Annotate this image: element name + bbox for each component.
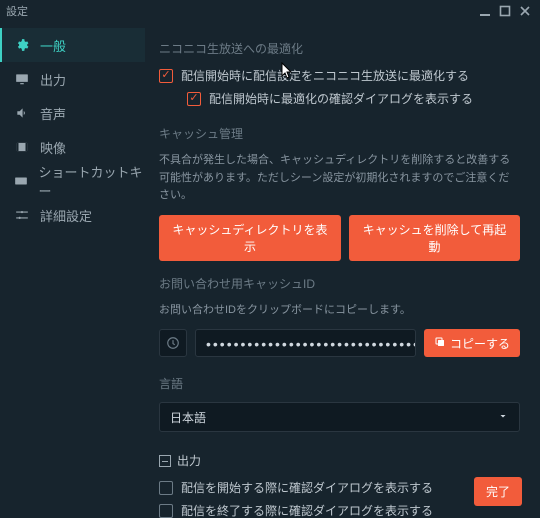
- volume-icon: [14, 106, 30, 120]
- sidebar-item-advanced[interactable]: 詳細設定: [0, 198, 145, 232]
- sidebar: 一般 出力 音声 映像 ショートカットキー: [0, 22, 145, 518]
- checkbox-checked-icon[interactable]: [187, 92, 201, 106]
- clear-cache-button[interactable]: キャッシュを削除して再起動: [349, 215, 520, 261]
- sidebar-item-label: ショートカットキー: [39, 162, 145, 200]
- done-button[interactable]: 完了: [474, 477, 522, 506]
- checkbox-label: 配信開始時に配信設定をニコニコ生放送に最適化する: [181, 67, 469, 84]
- close-button[interactable]: [516, 2, 534, 20]
- collapse-icon[interactable]: [159, 455, 171, 467]
- gear-icon: [14, 38, 30, 52]
- language-select[interactable]: 日本語: [159, 402, 520, 432]
- sidebar-item-label: 詳細設定: [40, 206, 92, 225]
- output-heading[interactable]: 出力: [159, 452, 520, 469]
- sidebar-item-label: 出力: [40, 70, 66, 89]
- checkbox-row-start-confirm[interactable]: 配信を開始する際に確認ダイアログを表示する: [159, 479, 520, 496]
- window-title: 設定: [6, 3, 28, 19]
- section-title-lang: 言語: [159, 375, 520, 392]
- sidebar-item-output[interactable]: 出力: [0, 62, 145, 96]
- copy-icon: [434, 336, 446, 351]
- checkbox-checked-icon[interactable]: [159, 69, 173, 83]
- output-heading-label: 出力: [177, 452, 201, 469]
- section-title-cache: キャッシュ管理: [159, 125, 520, 142]
- chevron-down-icon: [497, 410, 509, 425]
- checkbox-empty-icon[interactable]: [159, 481, 173, 495]
- sidebar-item-general[interactable]: 一般: [0, 28, 145, 62]
- content-panel: ニコニコ生放送への最適化 配信開始時に配信設定をニコニコ生放送に最適化する 配信…: [145, 22, 540, 518]
- checkbox-label: 配信開始時に最適化の確認ダイアログを表示する: [209, 90, 473, 107]
- keyboard-icon: [14, 174, 29, 188]
- checkbox-row-optimize-confirm[interactable]: 配信開始時に最適化の確認ダイアログを表示する: [187, 90, 520, 107]
- checkbox-row-end-confirm[interactable]: 配信を終了する際に確認ダイアログを表示する: [159, 502, 520, 518]
- checkbox-row-optimize[interactable]: 配信開始時に配信設定をニコニコ生放送に最適化する: [159, 67, 520, 84]
- copy-button[interactable]: コピーする: [424, 329, 520, 357]
- sidebar-item-hotkeys[interactable]: ショートカットキー: [0, 164, 145, 198]
- language-value: 日本語: [170, 409, 206, 426]
- copy-label: コピーする: [450, 335, 510, 352]
- sidebar-item-video[interactable]: 映像: [0, 130, 145, 164]
- maximize-button[interactable]: [496, 2, 514, 20]
- checkbox-label: 配信を開始する際に確認ダイアログを表示する: [181, 479, 433, 496]
- sidebar-item-label: 音声: [40, 104, 66, 123]
- show-cache-button[interactable]: キャッシュディレクトリを表示: [159, 215, 341, 261]
- sidebar-item-label: 一般: [40, 36, 66, 55]
- minimize-button[interactable]: [476, 2, 494, 20]
- sidebar-item-label: 映像: [40, 138, 66, 157]
- section-title-optimize: ニコニコ生放送への最適化: [159, 40, 520, 57]
- cache-description: 不具合が発生した場合、キャッシュディレクトリを削除すると改善する可能性があります…: [159, 152, 520, 205]
- monitor-icon: [14, 72, 30, 86]
- sliders-icon: [14, 208, 30, 222]
- section-title-cacheid: お問い合わせ用キャッシュID: [159, 275, 520, 292]
- film-icon: [14, 140, 30, 154]
- cacheid-description: お問い合わせIDをクリップボードにコピーします。: [159, 302, 520, 320]
- cacheid-field[interactable]: •••••••••••••••••••••••••••••••: [195, 329, 416, 357]
- checkbox-label: 配信を終了する際に確認ダイアログを表示する: [181, 502, 433, 518]
- sidebar-item-audio[interactable]: 音声: [0, 96, 145, 130]
- id-icon: [159, 329, 187, 357]
- titlebar: 設定: [0, 0, 540, 22]
- checkbox-empty-icon[interactable]: [159, 504, 173, 518]
